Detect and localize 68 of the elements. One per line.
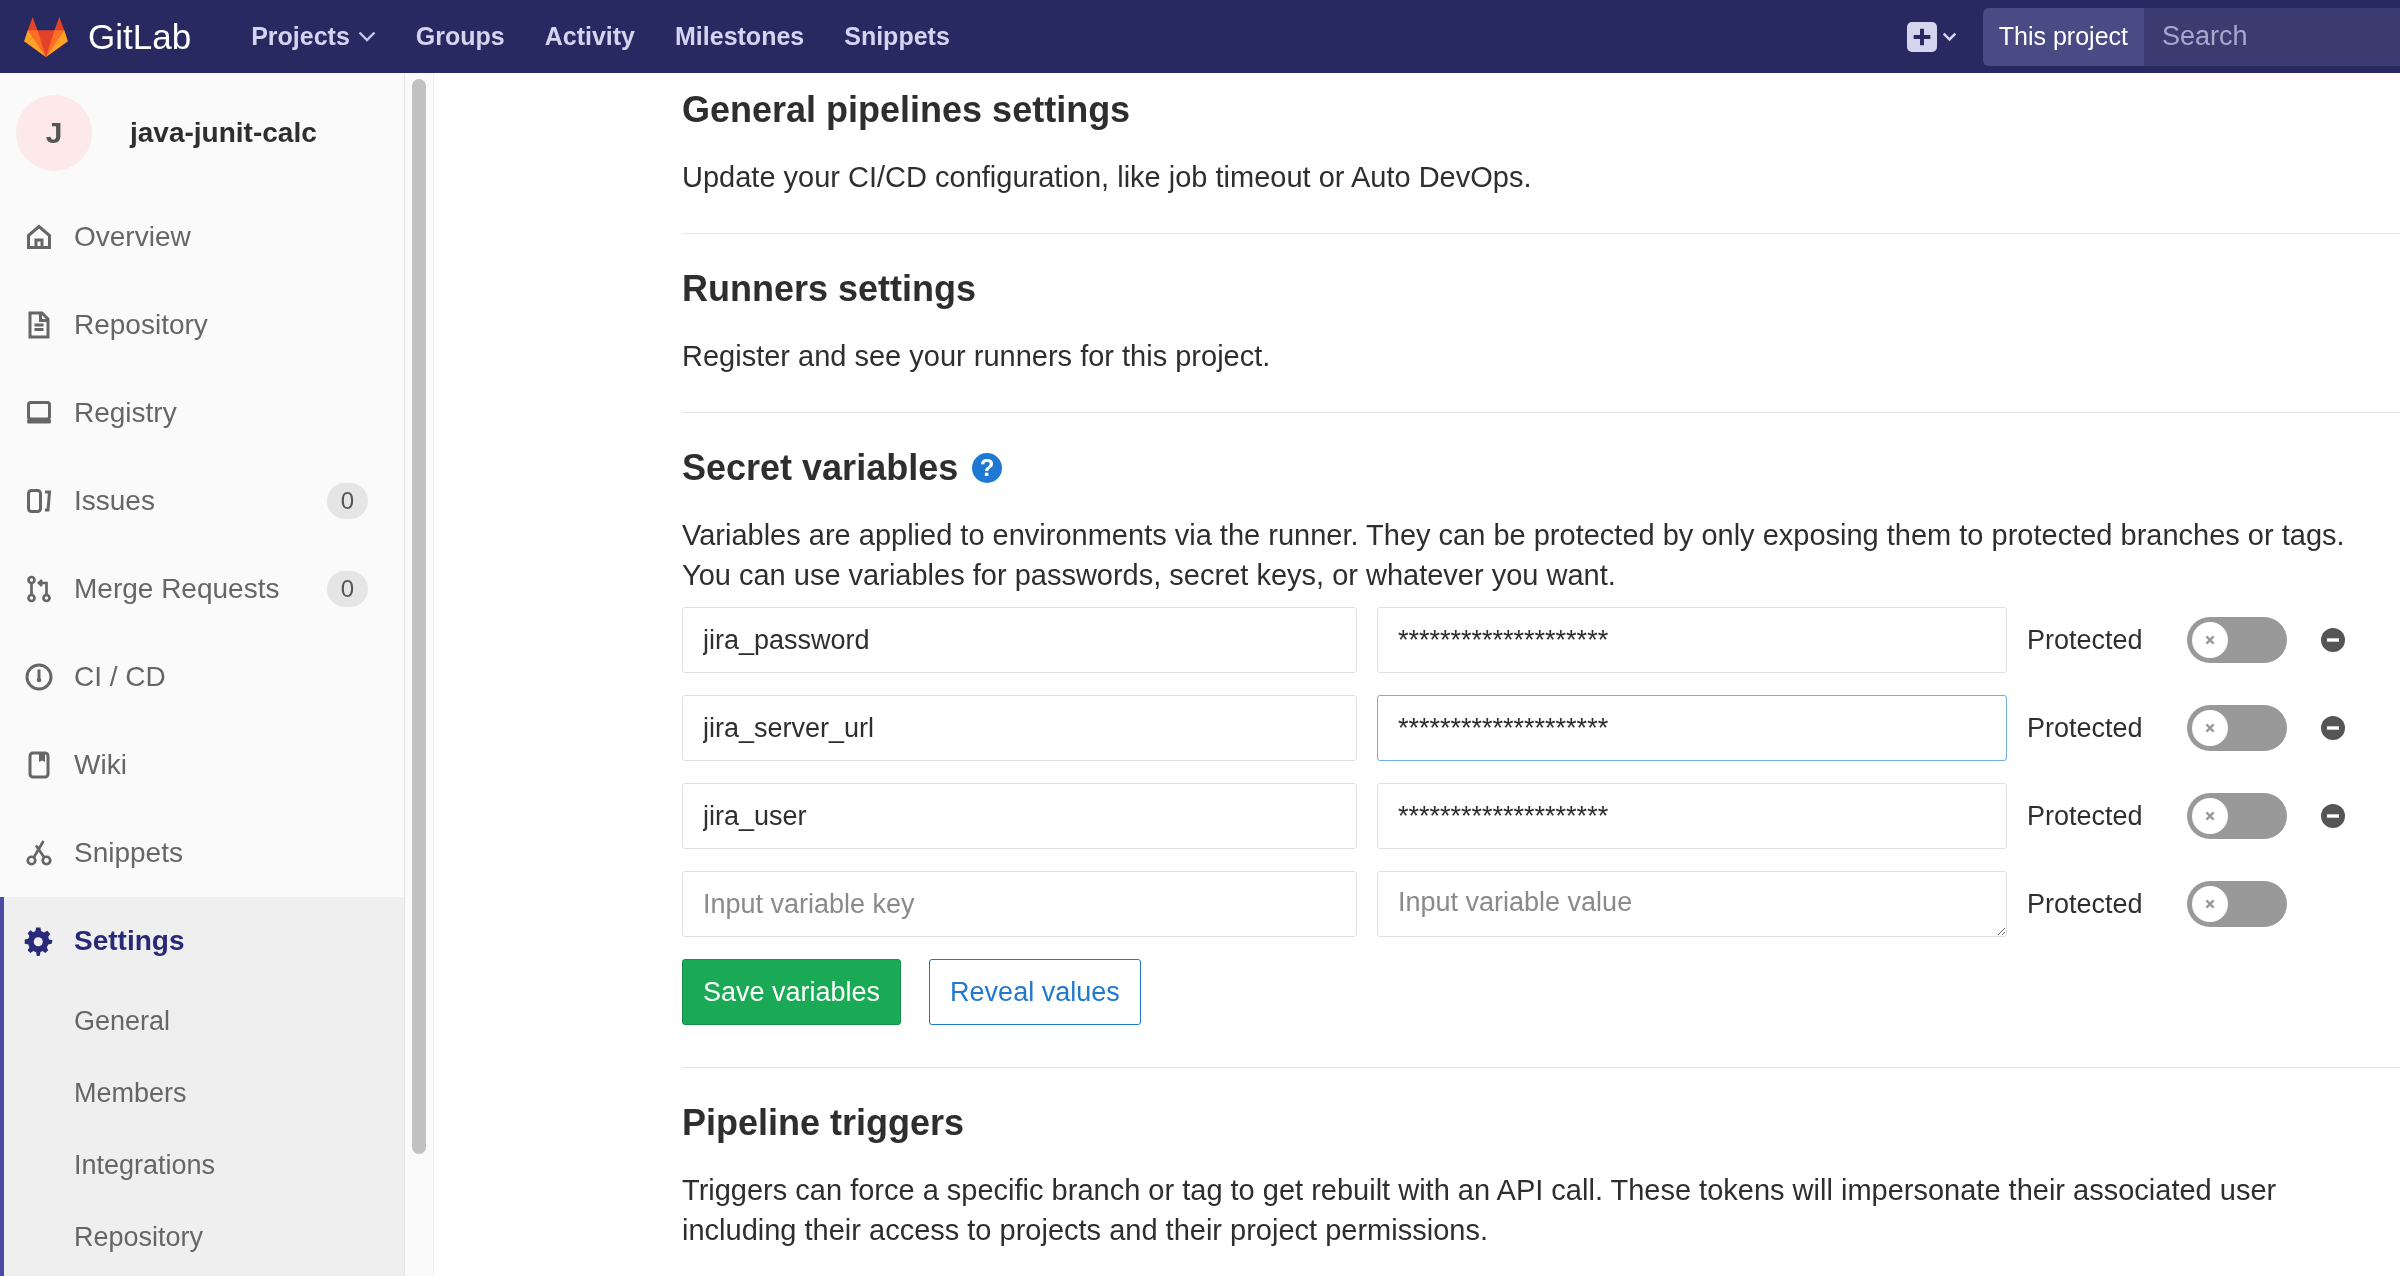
gauge-icon bbox=[24, 662, 54, 692]
sidebar-subitem[interactable]: Repository bbox=[4, 1201, 404, 1273]
section-title: Pipeline triggers bbox=[682, 1102, 965, 1144]
section-title: Runners settings bbox=[682, 268, 977, 310]
x-icon bbox=[2204, 898, 2216, 910]
nav-link[interactable]: Milestones bbox=[675, 22, 805, 51]
variable-value-field[interactable]: Input variable value bbox=[1377, 871, 2007, 937]
sidebar-item[interactable]: Snippets bbox=[0, 809, 404, 897]
remove-icon[interactable] bbox=[2321, 804, 2345, 828]
project-name[interactable]: java-junit-calc bbox=[130, 117, 317, 149]
nav-link[interactable]: Activity bbox=[544, 22, 635, 51]
section-title: Secret variables bbox=[682, 447, 959, 489]
issues-icon bbox=[24, 486, 54, 516]
variable-key-field[interactable]: Input variable key bbox=[682, 871, 1357, 937]
home-icon bbox=[24, 222, 54, 252]
search-field[interactable]: Search bbox=[2144, 7, 2400, 66]
protected-label: Protected bbox=[2027, 800, 2144, 832]
scope-button[interactable]: This project bbox=[1982, 7, 2144, 66]
fox-logo-icon[interactable] bbox=[24, 16, 68, 57]
section-description: Triggers can force a specific branch or tag to get rebuilt with an API call. These tokens will impersonate their associated user bbox=[682, 1173, 2278, 1208]
nav-link[interactable]: Groups bbox=[415, 22, 505, 51]
count-badge: 0 bbox=[326, 571, 368, 607]
remove-icon[interactable] bbox=[2321, 628, 2345, 652]
variable-value-field[interactable]: ******************** bbox=[1377, 607, 2007, 673]
nav-link[interactable]: Projects bbox=[251, 22, 376, 51]
protected-label: Protected bbox=[2027, 888, 2144, 920]
brand-name[interactable]: GitLab bbox=[88, 16, 192, 57]
sidebar-subitem[interactable]: Members bbox=[4, 1057, 404, 1129]
section-description: Variables are applied to environments via the runner. They can be protected by only exposing them to protected branches or tags. bbox=[682, 518, 2346, 553]
variable-value-field[interactable]: ******************** bbox=[1377, 695, 2007, 761]
sidebar-item[interactable]: Wiki bbox=[0, 721, 404, 809]
section-description: You can use variables for passwords, secret keys, or whatever you want. bbox=[682, 558, 1617, 593]
sidebar-item[interactable]: Settings bbox=[0, 897, 404, 985]
nav-link[interactable]: Snippets bbox=[844, 22, 950, 51]
protected-label: Protected bbox=[2027, 624, 2144, 656]
protected-toggle[interactable] bbox=[2187, 793, 2287, 839]
sidebar-item[interactable]: Overview bbox=[0, 193, 404, 281]
sidebar-subitem[interactable]: General bbox=[4, 985, 404, 1057]
settings-icon bbox=[24, 926, 54, 956]
merge-request-icon bbox=[24, 574, 54, 604]
sidebar-item[interactable]: Issues 0 bbox=[0, 457, 404, 545]
section-description: Update your CI/CD configuration, like job timeout or Auto DevOps. bbox=[682, 160, 1533, 195]
variable-value-field[interactable]: ******************** bbox=[1377, 783, 2007, 849]
project-avatar: J bbox=[16, 95, 92, 171]
sidebar-item[interactable]: Repository bbox=[0, 281, 404, 369]
sidebar-item[interactable]: Merge Requests 0 bbox=[0, 545, 404, 633]
x-icon bbox=[2204, 810, 2216, 822]
section-title: General pipelines settings bbox=[682, 89, 1131, 131]
sidebar-item[interactable]: CI / CD bbox=[0, 633, 404, 721]
help-icon[interactable]: ? bbox=[972, 453, 1003, 483]
remove-icon[interactable] bbox=[2321, 716, 2345, 740]
x-icon bbox=[2204, 634, 2216, 646]
protected-label: Protected bbox=[2027, 712, 2144, 744]
scrollbar[interactable] bbox=[405, 73, 434, 1276]
x-icon bbox=[2204, 722, 2216, 734]
section-description: including their access to projects and their project permissions. bbox=[682, 1213, 1489, 1248]
protected-toggle[interactable] bbox=[2187, 881, 2287, 927]
reveal-button[interactable]: Reveal values bbox=[929, 959, 1141, 1025]
protected-toggle[interactable] bbox=[2187, 705, 2287, 751]
protected-toggle[interactable] bbox=[2187, 617, 2287, 663]
variable-key-field[interactable]: jira_user bbox=[682, 783, 1357, 849]
section-description: Register and see your runners for this project. bbox=[682, 339, 1272, 374]
sidebar-item[interactable]: Registry bbox=[0, 369, 404, 457]
sidebar-subitem[interactable]: Integrations bbox=[4, 1129, 404, 1201]
scissors-icon bbox=[24, 838, 54, 868]
count-badge: 0 bbox=[326, 483, 368, 519]
variable-key-field[interactable]: jira_server_url bbox=[682, 695, 1357, 761]
variable-key-field[interactable]: jira_password bbox=[682, 607, 1357, 673]
